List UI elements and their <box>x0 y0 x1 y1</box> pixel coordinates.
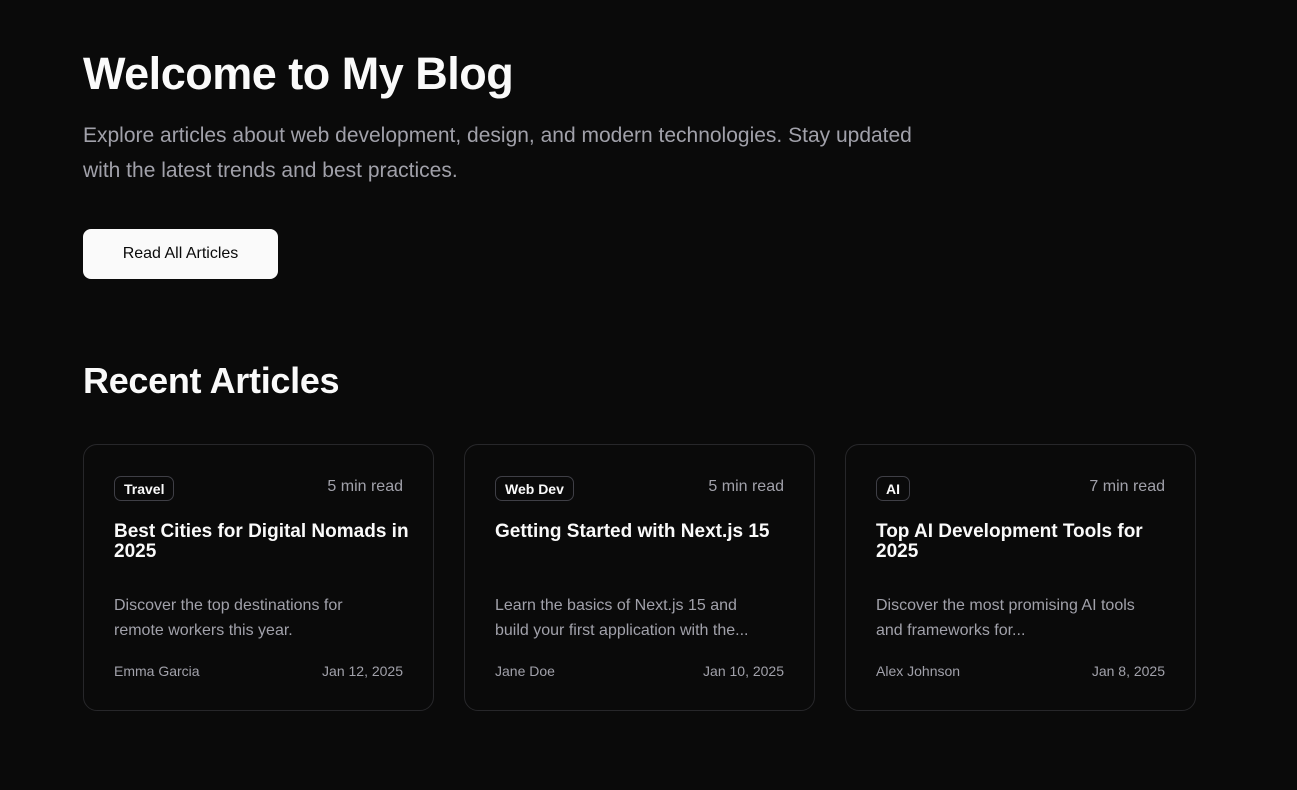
hero-section: Welcome to My Blog Explore articles abou… <box>83 46 963 188</box>
article-date: Jan 10, 2025 <box>703 663 784 679</box>
article-card[interactable]: Web Dev 5 min read Getting Started with … <box>464 444 815 711</box>
recent-articles-heading: Recent Articles <box>83 360 340 401</box>
hero-description: Explore articles about web development, … <box>83 124 912 182</box>
article-date: Jan 8, 2025 <box>1091 663 1165 679</box>
article-title[interactable]: Best Cities for Digital Nomads in 2025 <box>114 522 409 562</box>
read-all-articles-button[interactable]: Read All Articles <box>83 229 278 279</box>
article-card[interactable]: Travel 5 min read Best Cities for Digita… <box>83 444 434 711</box>
category-badge[interactable]: Web Dev <box>495 476 574 501</box>
article-title[interactable]: Top AI Development Tools for 2025 <box>876 522 1171 562</box>
category-badge[interactable]: AI <box>876 476 910 501</box>
article-author: Alex Johnson <box>876 663 961 679</box>
read-time: 5 min read <box>327 478 403 495</box>
article-author: Jane Doe <box>495 663 555 679</box>
article-author: Emma Garcia <box>114 663 200 679</box>
article-excerpt: Discover the most promising AI tools and… <box>876 597 1135 639</box>
read-time: 7 min read <box>1089 478 1165 495</box>
article-card[interactable]: AI 7 min read Top AI Development Tools f… <box>845 444 1196 711</box>
category-badge[interactable]: Travel <box>114 476 175 501</box>
article-excerpt: Discover the top destinations for remote… <box>114 597 343 639</box>
article-title[interactable]: Getting Started with Next.js 15 <box>495 522 790 542</box>
article-card-list: Travel 5 min read Best Cities for Digita… <box>83 444 1196 711</box>
article-excerpt: Learn the basics of Next.js 15 and build… <box>495 597 749 639</box>
read-time: 5 min read <box>708 478 784 495</box>
page-title: Welcome to My Blog <box>83 48 514 99</box>
article-date: Jan 12, 2025 <box>322 663 403 679</box>
